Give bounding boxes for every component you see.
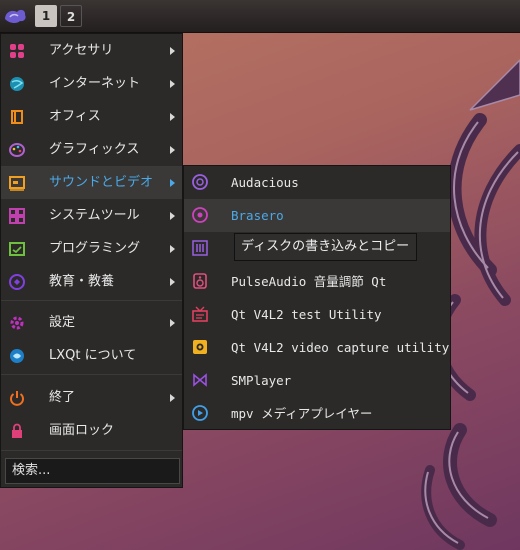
chevron-right-icon xyxy=(170,245,175,253)
audacious-icon xyxy=(192,174,208,190)
submenu-item-video-capture[interactable]: Qt V4L2 video capture utility xyxy=(184,331,450,364)
video-capture-icon xyxy=(192,339,208,355)
pulseaudio-icon xyxy=(192,273,208,289)
desktop-2-button[interactable]: 2 xyxy=(60,5,82,27)
graphics-icon xyxy=(9,142,25,158)
about-icon xyxy=(9,348,25,364)
submenu-item-brasero[interactable]: Brasero xyxy=(184,199,450,232)
chevron-right-icon xyxy=(170,113,175,121)
menu-item-shutdown[interactable]: 終了 xyxy=(1,382,182,414)
menu-item-label: サウンドとビデオ xyxy=(49,175,154,190)
menu-item-about-lxqt[interactable]: LXQt について xyxy=(1,340,182,372)
menu-item-graphics[interactable]: グラフィックス xyxy=(1,134,182,166)
submenu-item-label: Qt V4L2 video capture utility xyxy=(231,340,450,355)
brasero-tooltip: ディスクの書き込みとコピー xyxy=(234,233,417,261)
submenu-item-mpv[interactable]: mpv メディアプレイヤー xyxy=(184,397,450,430)
chevron-right-icon xyxy=(170,146,175,154)
internet-icon xyxy=(9,76,25,92)
menu-item-label: システムツール xyxy=(49,208,140,223)
search-input[interactable]: 検索... xyxy=(5,458,180,484)
menu-item-label: アクセサリ xyxy=(49,43,114,58)
menu-divider xyxy=(1,450,182,451)
menu-item-screen-lock[interactable]: 画面ロック xyxy=(1,415,182,447)
menu-item-education[interactable]: 教育・教養 xyxy=(1,266,182,298)
menu-item-label: オフィス xyxy=(49,109,101,124)
menu-item-internet[interactable]: インターネット xyxy=(1,68,182,100)
menu-item-office[interactable]: オフィス xyxy=(1,101,182,133)
education-icon xyxy=(9,274,25,290)
desktop-1-button[interactable]: 1 xyxy=(35,5,57,27)
menu-item-label: 教育・教養 xyxy=(49,274,115,289)
smplayer-icon xyxy=(192,372,208,388)
chevron-right-icon xyxy=(170,319,175,327)
mpv-icon xyxy=(192,405,208,421)
power-icon xyxy=(9,390,25,406)
menu-divider xyxy=(1,374,182,375)
chevron-right-icon xyxy=(170,278,175,286)
submenu-item-label: mpv メディアプレイヤー xyxy=(231,406,373,421)
office-icon xyxy=(9,109,25,125)
equalizer-icon xyxy=(192,240,208,256)
menu-item-system-tools[interactable]: システムツール xyxy=(1,200,182,232)
submenu-item-smplayer[interactable]: SMPlayer xyxy=(184,364,450,397)
lxqt-start-icon[interactable] xyxy=(2,3,28,29)
menu-item-label: インターネット xyxy=(49,76,141,91)
sound-video-submenu: Audacious Brasero PulseAudio 音量調節 Qt Qt … xyxy=(183,165,451,430)
menu-item-accessories[interactable]: アクセサリ xyxy=(1,35,182,67)
menu-item-label: 設定 xyxy=(49,315,76,330)
qv4l2-icon xyxy=(192,306,208,322)
chevron-right-icon xyxy=(170,179,175,187)
submenu-item-label: SMPlayer xyxy=(231,373,292,388)
submenu-item-qv4l2-test[interactable]: Qt V4L2 test Utility xyxy=(184,298,450,331)
system-tools-icon xyxy=(9,208,25,224)
chevron-right-icon xyxy=(170,47,175,55)
programming-icon xyxy=(9,241,25,257)
submenu-item-label: Brasero xyxy=(231,208,284,223)
submenu-item-label: Audacious xyxy=(231,175,299,190)
menu-item-label: 終了 xyxy=(49,390,76,405)
menu-item-label: 画面ロック xyxy=(49,423,115,438)
menu-item-programming[interactable]: プログラミング xyxy=(1,233,182,265)
chevron-right-icon xyxy=(170,80,175,88)
chevron-right-icon xyxy=(170,212,175,220)
menu-item-sound-video[interactable]: サウンドとビデオ xyxy=(1,167,182,199)
lock-icon xyxy=(9,423,25,439)
top-panel: 1 2 xyxy=(0,0,520,33)
menu-item-label: グラフィックス xyxy=(49,142,140,157)
menu-item-settings[interactable]: 設定 xyxy=(1,307,182,339)
submenu-item-label: Qt V4L2 test Utility xyxy=(231,307,382,322)
chevron-right-icon xyxy=(170,394,175,402)
menu-item-label: LXQt について xyxy=(49,348,137,363)
submenu-item-label: PulseAudio 音量調節 Qt xyxy=(231,274,387,289)
application-menu: アクセサリ インターネット オフィス グラフィックス サウンドとビデオ システム… xyxy=(0,33,183,488)
accessories-icon xyxy=(9,43,25,59)
submenu-item-pulseaudio[interactable]: PulseAudio 音量調節 Qt xyxy=(184,265,450,298)
menu-item-label: プログラミング xyxy=(49,241,141,256)
brasero-icon xyxy=(192,207,208,223)
submenu-item-audacious[interactable]: Audacious xyxy=(184,166,450,199)
sound-video-icon xyxy=(9,175,25,191)
settings-icon xyxy=(9,315,25,331)
menu-divider xyxy=(1,300,182,301)
